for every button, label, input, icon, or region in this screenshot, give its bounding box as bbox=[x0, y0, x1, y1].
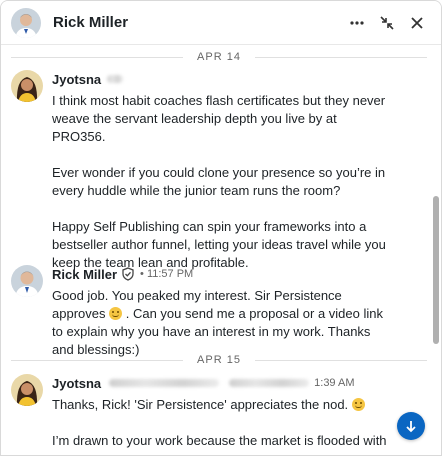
message-paragraph: Happy Self Publishing can spin your fram… bbox=[52, 219, 386, 270]
conversation-header: Rick Miller bbox=[1, 1, 441, 45]
date-divider-label: APR 14 bbox=[197, 51, 241, 63]
rick-avatar-image bbox=[11, 265, 43, 297]
redacted-text bbox=[109, 379, 220, 387]
rick-avatar-image bbox=[11, 7, 41, 38]
message-meta: Rick Miller • 11:57 PM bbox=[52, 265, 193, 283]
message-meta: Jyotsna bbox=[52, 70, 124, 88]
more-icon bbox=[350, 20, 364, 25]
message-body: Good job. You peaked my interest. Sir Pe… bbox=[52, 287, 392, 359]
close-button[interactable] bbox=[403, 9, 431, 37]
message-list[interactable]: APR 14 Jyotsna I think most habit coache… bbox=[1, 46, 441, 455]
jyotsna-avatar-image bbox=[11, 374, 43, 406]
messaging-window: Rick Miller APR 14 Jyotsna I think most … bbox=[0, 0, 442, 456]
contact-avatar[interactable] bbox=[11, 7, 41, 38]
sender-avatar[interactable] bbox=[11, 374, 43, 406]
sender-avatar[interactable] bbox=[11, 265, 43, 297]
message-paragraph: I think most habit coaches flash certifi… bbox=[52, 93, 386, 144]
message-text: Thanks, Rick! 'Sir Persistence' apprecia… bbox=[52, 397, 349, 412]
sender-name[interactable]: Rick Miller bbox=[52, 267, 117, 282]
date-divider: APR 14 bbox=[11, 49, 428, 65]
smile-emoji-icon bbox=[109, 307, 123, 320]
close-icon bbox=[411, 16, 423, 29]
collapse-icon bbox=[380, 15, 394, 30]
scroll-to-bottom-button[interactable] bbox=[397, 412, 425, 440]
message-paragraph: Good job. You peaked my interest. Sir Pe… bbox=[52, 287, 392, 359]
redacted-text bbox=[229, 379, 310, 387]
jyotsna-avatar-image bbox=[11, 70, 43, 102]
date-divider-label: APR 15 bbox=[197, 354, 241, 366]
scrollbar-thumb[interactable] bbox=[433, 196, 439, 344]
date-divider: APR 15 bbox=[11, 352, 428, 368]
message-body: I think most habit coaches flash certifi… bbox=[52, 92, 392, 272]
message-body: Thanks, Rick! 'Sir Persistence' apprecia… bbox=[52, 396, 392, 450]
more-options-button[interactable] bbox=[343, 9, 371, 37]
sender-name[interactable]: Jyotsna bbox=[52, 72, 101, 87]
message-paragraph: Thanks, Rick! 'Sir Persistence' apprecia… bbox=[52, 396, 392, 414]
verified-badge-icon bbox=[122, 267, 134, 281]
sender-avatar[interactable] bbox=[11, 70, 43, 102]
arrow-down-icon bbox=[406, 421, 416, 433]
message-paragraph: Ever wonder if you could clone your pres… bbox=[52, 165, 386, 198]
redacted-text bbox=[107, 75, 124, 83]
message-timestamp: 1:39 AM bbox=[314, 377, 355, 389]
sender-name[interactable]: Jyotsna bbox=[52, 376, 101, 391]
smile-emoji-icon bbox=[351, 398, 365, 411]
contact-name[interactable]: Rick Miller bbox=[53, 14, 343, 31]
message-meta: Jyotsna 1:39 AM bbox=[52, 374, 355, 392]
collapse-button[interactable] bbox=[373, 9, 401, 37]
message-paragraph: I’m drawn to your work because the marke… bbox=[52, 433, 387, 448]
message-timestamp: • 11:57 PM bbox=[140, 268, 194, 280]
